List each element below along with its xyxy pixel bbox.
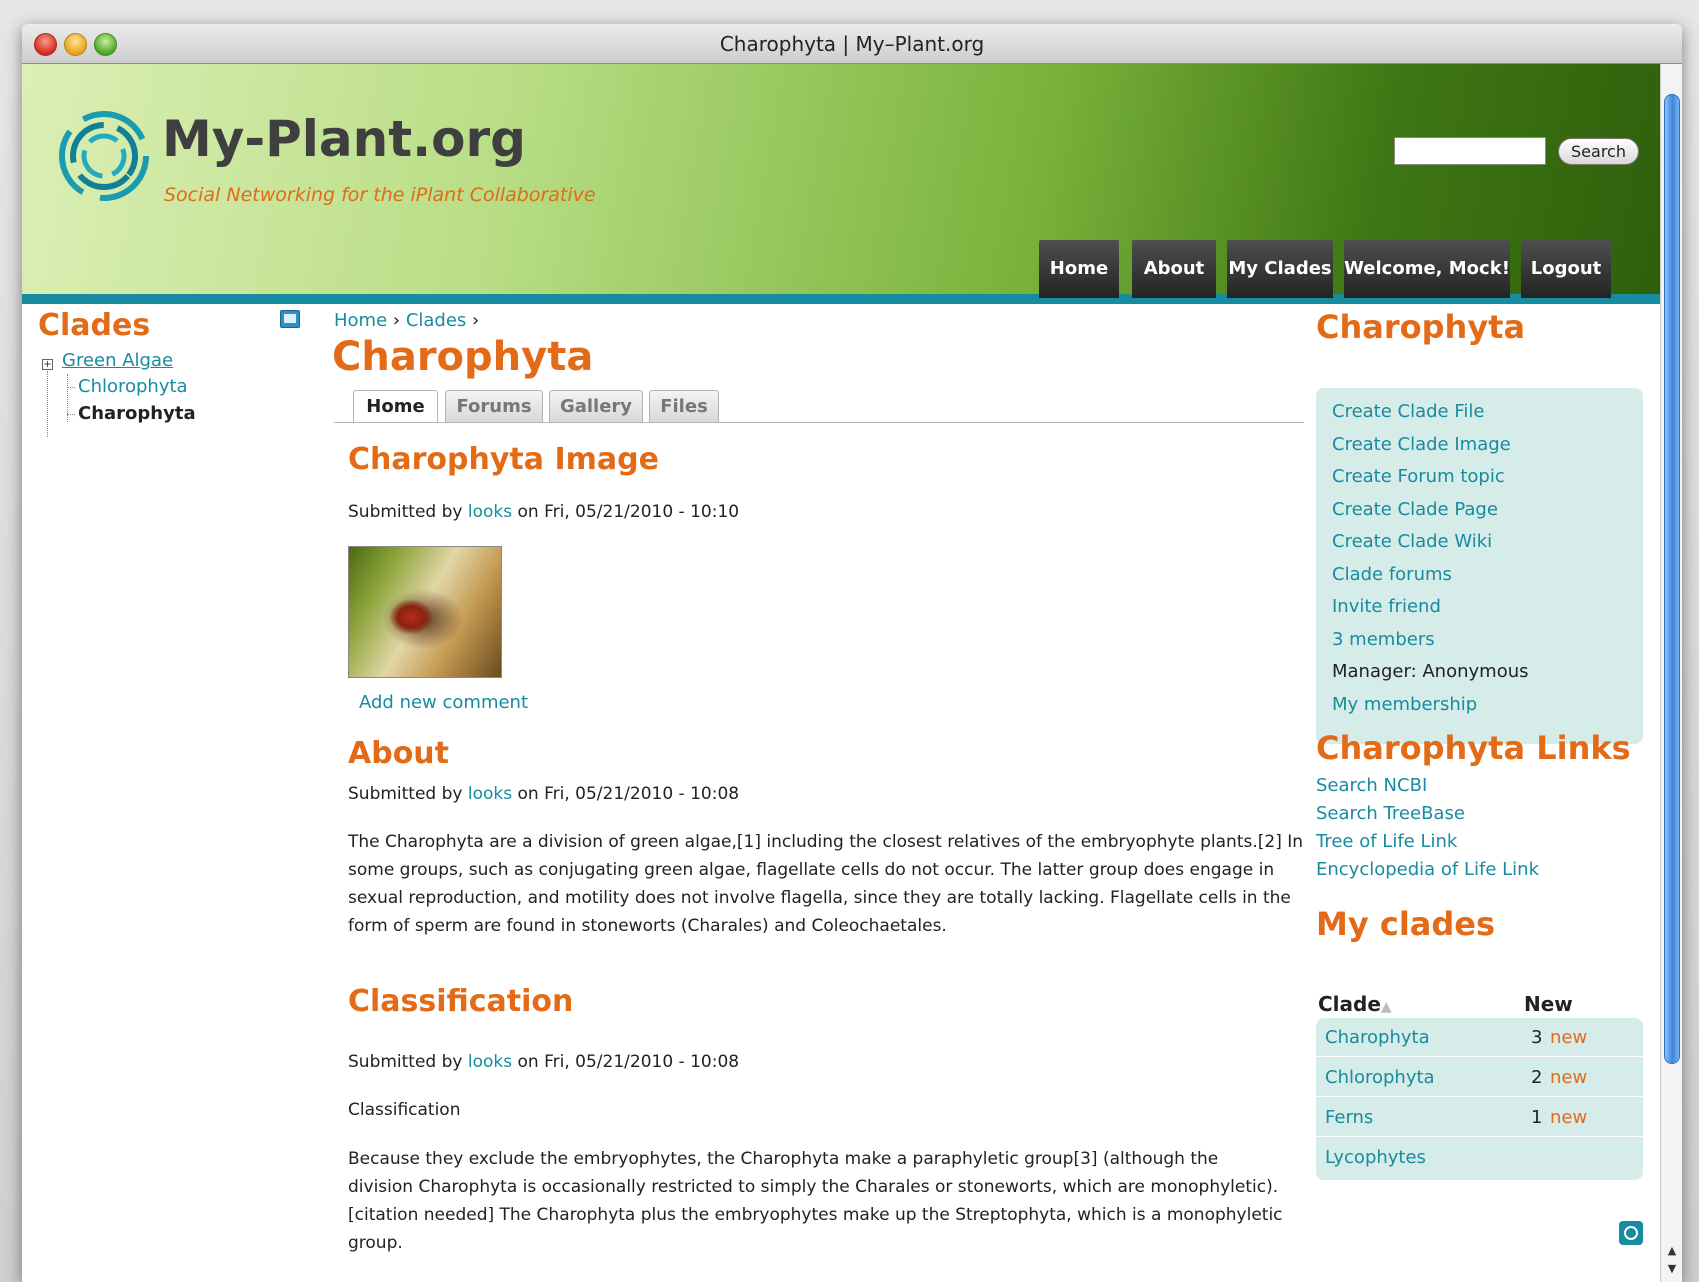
- scroll-up-arrow-icon[interactable]: ▲: [1664, 1242, 1680, 1260]
- my-clades-table: Charophyta 3 new Chlorophyta 2 new Ferns…: [1316, 1018, 1643, 1180]
- create-clade-wiki-link[interactable]: Create Clade Wiki: [1332, 531, 1492, 552]
- clades-title: Clades: [38, 308, 151, 343]
- encyclopedia-of-life-link[interactable]: Encyclopedia of Life Link: [1316, 859, 1539, 880]
- vertical-scrollbar[interactable]: ▲ ▼: [1660, 64, 1682, 1282]
- classification-label: Classification: [348, 1100, 461, 1120]
- my-clade-link[interactable]: Chlorophyta: [1325, 1067, 1435, 1088]
- my-clade-link[interactable]: Charophyta: [1325, 1027, 1430, 1048]
- submitted-meta: Submitted by looks on Fri, 05/21/2010 - …: [348, 1052, 739, 1072]
- tab-files[interactable]: Files: [649, 390, 719, 422]
- add-comment-link[interactable]: Add new comment: [359, 692, 528, 713]
- search-treebase-link[interactable]: Search TreeBase: [1316, 803, 1465, 824]
- tree-connector: [67, 387, 75, 388]
- new-count: 2: [1531, 1067, 1543, 1088]
- new-link[interactable]: new: [1550, 1067, 1587, 1088]
- tab-home[interactable]: Home: [353, 390, 438, 423]
- members-link[interactable]: 3 members: [1332, 629, 1435, 650]
- section-heading-classification[interactable]: Classification: [348, 984, 573, 1019]
- sort-ascending-icon: ▲: [1380, 999, 1392, 1015]
- table-row: Lycophytes: [1316, 1138, 1643, 1177]
- tabs-divider: [334, 422, 1304, 423]
- search-button[interactable]: Search: [1558, 138, 1639, 165]
- clade-links-title: Charophyta Links: [1316, 729, 1631, 767]
- breadcrumb-home[interactable]: Home: [334, 310, 387, 331]
- create-clade-image-link[interactable]: Create Clade Image: [1332, 434, 1511, 455]
- create-clade-page-link[interactable]: Create Clade Page: [1332, 499, 1498, 520]
- tree-item-green-algae[interactable]: Green Algae: [62, 350, 173, 371]
- submitted-date: on Fri, 05/21/2010 - 10:08: [517, 784, 740, 804]
- site-header: My-Plant.org Social Networking for the i…: [22, 64, 1660, 304]
- new-count: 3: [1531, 1027, 1543, 1048]
- invite-friend-link[interactable]: Invite friend: [1332, 596, 1441, 617]
- submitted-prefix: Submitted by: [348, 784, 463, 804]
- tree-item-charophyta[interactable]: Charophyta: [78, 403, 196, 424]
- clade-block-title: Charophyta: [1316, 308, 1526, 346]
- nav-about[interactable]: About: [1132, 240, 1216, 298]
- author-link[interactable]: looks: [468, 1052, 512, 1072]
- nav-welcome[interactable]: Welcome, Mock!: [1344, 240, 1510, 298]
- new-count: 1: [1531, 1107, 1543, 1128]
- clade-image-thumbnail[interactable]: [348, 546, 502, 678]
- nav-home[interactable]: Home: [1039, 240, 1119, 298]
- window-title: Charophyta | My–Plant.org: [719, 32, 985, 56]
- new-link[interactable]: new: [1550, 1107, 1587, 1128]
- my-clades-header-new[interactable]: New: [1524, 992, 1573, 1016]
- title-bar: Charophyta | My–Plant.org: [22, 24, 1682, 64]
- author-link[interactable]: looks: [468, 784, 512, 804]
- tab-forums[interactable]: Forums: [445, 390, 543, 422]
- classification-body: Because they exclude the embryophytes, t…: [348, 1149, 1283, 1253]
- browser-window: Charophyta | My–Plant.org My-Plant.org S…: [22, 24, 1682, 1282]
- my-clades-header-clade[interactable]: Clade▲: [1318, 992, 1392, 1016]
- site-slogan: Social Networking for the iPlant Collabo…: [164, 184, 596, 206]
- scrollbar-thumb[interactable]: [1664, 94, 1680, 1064]
- about-body: The Charophyta are a division of green a…: [348, 832, 1304, 936]
- table-row: Charophyta 3 new: [1316, 1018, 1643, 1057]
- my-clade-link[interactable]: Lycophytes: [1325, 1147, 1426, 1168]
- page-viewport: My-Plant.org Social Networking for the i…: [22, 64, 1660, 1282]
- clade-forums-link[interactable]: Clade forums: [1332, 564, 1452, 585]
- page-title: Charophyta: [332, 334, 594, 380]
- tree-connector: [67, 414, 75, 415]
- table-row: Ferns 1 new: [1316, 1098, 1643, 1137]
- breadcrumb-clades[interactable]: Clades: [406, 310, 466, 331]
- submitted-prefix: Submitted by: [348, 1052, 463, 1072]
- table-row: Chlorophyta 2 new: [1316, 1058, 1643, 1097]
- submitted-meta: Submitted by looks on Fri, 05/21/2010 - …: [348, 784, 739, 804]
- clade-column-label: Clade: [1318, 992, 1381, 1016]
- submitted-date: on Fri, 05/21/2010 - 10:08: [517, 1052, 740, 1072]
- author-link[interactable]: looks: [468, 502, 512, 522]
- feed-icon[interactable]: [280, 310, 300, 328]
- submitted-date: on Fri, 05/21/2010 - 10:10: [517, 502, 740, 522]
- tree-connector: [47, 371, 48, 437]
- site-name[interactable]: My-Plant.org: [162, 110, 526, 168]
- tree-item-chlorophyta[interactable]: Chlorophyta: [78, 376, 188, 397]
- search-ncbi-link[interactable]: Search NCBI: [1316, 775, 1427, 796]
- tree-expand-icon[interactable]: +: [42, 359, 53, 370]
- nav-logout[interactable]: Logout: [1521, 240, 1611, 298]
- section-heading-image[interactable]: Charophyta Image: [348, 442, 659, 477]
- create-forum-topic-link[interactable]: Create Forum topic: [1332, 466, 1505, 487]
- section-heading-about[interactable]: About: [348, 736, 449, 771]
- create-clade-file-link[interactable]: Create Clade File: [1332, 401, 1484, 422]
- site-logo-icon[interactable]: [56, 108, 152, 204]
- tree-of-life-link[interactable]: Tree of Life Link: [1316, 831, 1457, 852]
- new-link[interactable]: new: [1550, 1027, 1587, 1048]
- manager-text: Manager: Anonymous: [1332, 661, 1529, 682]
- search-input[interactable]: [1394, 137, 1546, 165]
- breadcrumb: Home › Clades ›: [334, 310, 480, 331]
- tab-gallery[interactable]: Gallery: [549, 390, 643, 422]
- settings-circle-icon[interactable]: [1619, 1221, 1643, 1245]
- submitted-prefix: Submitted by: [348, 502, 463, 522]
- my-membership-link[interactable]: My membership: [1332, 694, 1477, 715]
- my-clades-title: My clades: [1316, 905, 1496, 943]
- scroll-down-arrow-icon[interactable]: ▼: [1664, 1260, 1680, 1278]
- submitted-meta: Submitted by looks on Fri, 05/21/2010 - …: [348, 502, 739, 522]
- my-clade-link[interactable]: Ferns: [1325, 1107, 1373, 1128]
- nav-my-clades[interactable]: My Clades: [1227, 240, 1333, 298]
